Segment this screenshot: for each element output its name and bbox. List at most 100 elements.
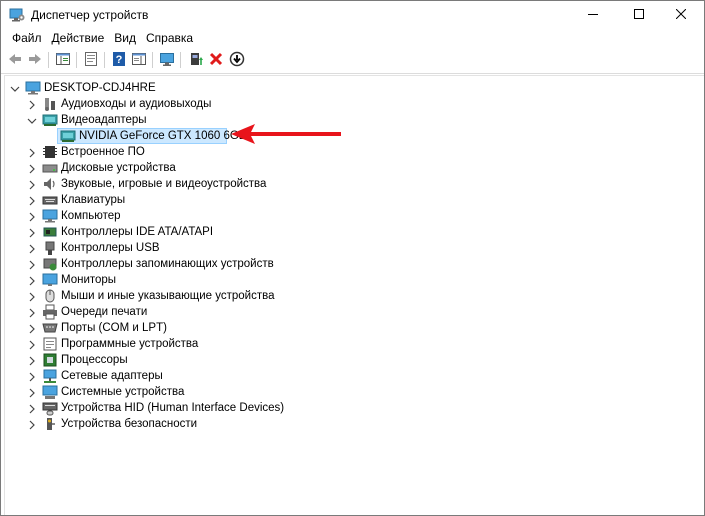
show-hide-console-tree-icon <box>55 51 71 70</box>
tree-item-mice[interactable]: Мыши и иные указывающие устройства <box>5 288 695 304</box>
firmware-icon <box>42 144 58 160</box>
chevron-right-icon[interactable] <box>27 195 37 206</box>
menu-action[interactable]: Действие <box>47 29 110 48</box>
maximize-button[interactable] <box>616 1 662 29</box>
tree-root[interactable]: DESKTOP-CDJ4HRE <box>5 80 695 96</box>
tree-item-keyboards[interactable]: Клавиатуры <box>5 192 695 208</box>
chevron-right-icon[interactable] <box>27 163 37 174</box>
uninstall-device-button[interactable] <box>207 51 225 69</box>
annotation-arrow <box>231 124 341 144</box>
display-adapter-icon <box>60 128 76 144</box>
tree-item-system-devices[interactable]: Системные устройства <box>5 384 695 400</box>
tree-item-monitors[interactable]: Мониторы <box>5 272 695 288</box>
chevron-right-icon[interactable] <box>27 211 37 222</box>
tree-label: Дисковые устройства <box>61 162 176 174</box>
close-button[interactable] <box>658 1 704 29</box>
tree-item-hid-devices[interactable]: Устройства HID (Human Interface Devices) <box>5 400 695 416</box>
toolbar: ? <box>1 49 704 74</box>
menu-file[interactable]: Файл <box>7 29 47 48</box>
tree-label: Сетевые адаптеры <box>61 370 163 382</box>
close-icon <box>675 8 687 22</box>
device-tree[interactable]: DESKTOP-CDJ4HRE Аудиовходы и аудиовыходы… <box>4 75 704 515</box>
tree-label: Клавиатуры <box>61 194 126 206</box>
minimize-button[interactable] <box>570 1 616 29</box>
rollback-driver-button[interactable] <box>228 51 246 69</box>
tree-item-storage-controllers[interactable]: Контроллеры запоминающих устройств <box>5 256 695 272</box>
action-pane-icon <box>131 51 147 70</box>
chevron-right-icon[interactable] <box>27 419 37 430</box>
chevron-right-icon[interactable] <box>27 387 37 398</box>
properties-icon <box>83 51 99 70</box>
tree-item-computer[interactable]: Компьютер <box>5 208 695 224</box>
console-tree-button[interactable] <box>54 51 72 69</box>
chevron-right-icon[interactable] <box>27 243 37 254</box>
help-button[interactable]: ? <box>110 51 128 69</box>
chevron-right-icon[interactable] <box>27 99 37 110</box>
chevron-right-icon[interactable] <box>27 371 37 382</box>
chevron-right-icon[interactable] <box>27 147 37 158</box>
device-manager-icon <box>9 8 25 22</box>
chevron-right-icon[interactable] <box>27 259 37 270</box>
scan-hardware-button[interactable] <box>158 51 176 69</box>
chevron-right-icon[interactable] <box>27 307 37 318</box>
maximize-icon <box>634 8 644 22</box>
storage-controller-icon <box>42 256 58 272</box>
tree-label: Встроенное ПО <box>61 146 145 158</box>
chevron-right-icon[interactable] <box>27 291 37 302</box>
tree-item-print-queues[interactable]: Очереди печати <box>5 304 695 320</box>
chevron-right-icon[interactable] <box>27 323 37 334</box>
chevron-down-icon[interactable] <box>27 115 37 125</box>
menu-help[interactable]: Справка <box>141 29 198 48</box>
chevron-right-icon[interactable] <box>27 339 37 350</box>
chevron-right-icon[interactable] <box>27 179 37 190</box>
audio-io-icon <box>42 96 58 112</box>
update-driver-button[interactable] <box>187 51 205 69</box>
display-adapter-icon <box>42 112 58 128</box>
usb-icon <box>42 240 58 256</box>
properties-button[interactable] <box>82 51 100 69</box>
tree-label: Мыши и иные указывающие устройства <box>61 290 275 302</box>
menu-view[interactable]: Вид <box>109 29 141 48</box>
tree-label: Мониторы <box>61 274 117 286</box>
speaker-icon <box>42 176 58 192</box>
chevron-right-icon[interactable] <box>27 275 37 286</box>
title-bar[interactable]: Диспетчер устройств <box>1 1 704 29</box>
mouse-icon <box>42 288 58 304</box>
tree-label: Звуковые, игровые и видеоустройства <box>61 178 267 190</box>
computer-icon <box>25 80 41 96</box>
tree-item-sound-devices[interactable]: Звуковые, игровые и видеоустройства <box>5 176 695 192</box>
chevron-right-icon[interactable] <box>27 227 37 238</box>
monitor-icon <box>42 272 58 288</box>
tree-label: Компьютер <box>61 210 121 222</box>
tree-item-display-adapters[interactable]: Видеоадаптеры <box>5 112 695 128</box>
tree-item-usb-controllers[interactable]: Контроллеры USB <box>5 240 695 256</box>
back-button[interactable] <box>6 51 24 69</box>
chevron-right-icon[interactable] <box>27 355 37 366</box>
tree-label: Контроллеры IDE ATA/ATAPI <box>61 226 214 238</box>
tree-item-nvidia-gpu[interactable]: NVIDIA GeForce GTX 1060 6GB <box>5 128 695 144</box>
forward-arrow-icon <box>27 51 43 70</box>
tree-item-ports[interactable]: Порты (COM и LPT) <box>5 320 695 336</box>
forward-button[interactable] <box>26 51 44 69</box>
rollback-driver-icon <box>229 51 245 70</box>
scan-hardware-icon <box>159 51 175 70</box>
tree-item-software-devices[interactable]: Программные устройства <box>5 336 695 352</box>
tree-item-network-adapters[interactable]: Сетевые адаптеры <box>5 368 695 384</box>
tree-label: Видеоадаптеры <box>61 114 147 126</box>
tree-item-processors[interactable]: Процессоры <box>5 352 695 368</box>
tree-item-firmware[interactable]: Встроенное ПО <box>5 144 695 160</box>
chevron-down-icon[interactable] <box>10 83 20 93</box>
device-manager-window: Диспетчер устройств Файл Действие Вид Сп… <box>0 0 705 516</box>
tree-label: Порты (COM и LPT) <box>61 322 167 334</box>
svg-text:?: ? <box>116 54 123 66</box>
disk-drive-icon <box>42 160 58 176</box>
tree-item-ide-controllers[interactable]: Контроллеры IDE ATA/ATAPI <box>5 224 695 240</box>
tree-item-security-devices[interactable]: Устройства безопасности <box>5 416 695 432</box>
help-icon: ? <box>111 51 127 70</box>
tree-root-label: DESKTOP-CDJ4HRE <box>44 82 156 94</box>
printer-icon <box>42 304 58 320</box>
action-pane-button[interactable] <box>130 51 148 69</box>
chevron-right-icon[interactable] <box>27 403 37 414</box>
tree-item-disk-drives[interactable]: Дисковые устройства <box>5 160 695 176</box>
tree-item-audio-io[interactable]: Аудиовходы и аудиовыходы <box>5 96 695 112</box>
